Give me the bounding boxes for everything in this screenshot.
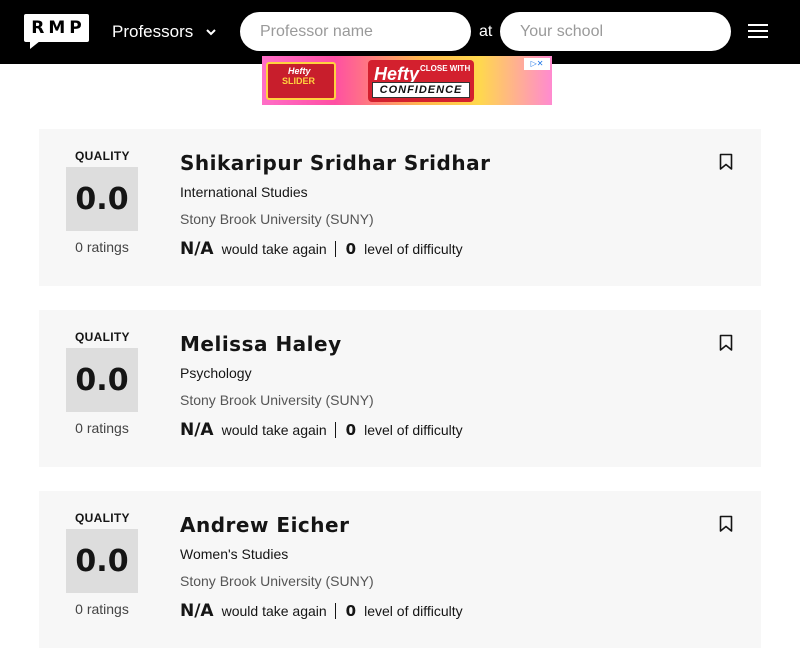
ad-product-box: Hefty SLIDER <box>266 62 336 100</box>
difficulty-label: level of difficulty <box>364 603 463 619</box>
take-again-label: would take again <box>221 241 327 257</box>
rmp-logo[interactable]: RMP <box>24 14 89 49</box>
search-type-dropdown[interactable]: Professors <box>112 20 217 44</box>
chevron-down-icon <box>206 29 216 36</box>
stats-divider <box>334 422 336 438</box>
professor-school: Stony Brook University (SUNY) <box>180 392 374 408</box>
take-again-value: N/A <box>180 239 214 259</box>
difficulty-label: level of difficulty <box>364 241 463 257</box>
school-search-input[interactable] <box>500 12 731 51</box>
ratings-count: 0 ratings <box>75 420 129 436</box>
professor-name[interactable]: Andrew Eicher <box>180 513 349 537</box>
take-again-value: N/A <box>180 420 214 440</box>
quality-score: 0.0 <box>66 529 138 593</box>
stats-divider <box>334 603 336 619</box>
take-again-value: N/A <box>180 601 214 621</box>
professor-school: Stony Brook University (SUNY) <box>180 573 374 589</box>
ad-product-sub: SLIDER <box>282 76 316 86</box>
search-type-label: Professors <box>112 22 194 41</box>
professor-stats: N/A would take again 0 level of difficul… <box>180 601 463 621</box>
difficulty-value: 0 <box>345 240 357 258</box>
logo-tail <box>30 41 40 49</box>
difficulty-value: 0 <box>345 602 357 620</box>
ad-tagline: CLOSE WITH <box>420 64 471 73</box>
professor-name[interactable]: Shikaripur Sridhar Sridhar <box>180 151 490 175</box>
at-label: at <box>479 23 493 40</box>
professor-card[interactable]: QUALITY 0.0 0 ratings Shikaripur Sridhar… <box>39 129 761 286</box>
professor-name[interactable]: Melissa Haley <box>180 332 342 356</box>
ratings-count: 0 ratings <box>75 239 129 255</box>
quality-score: 0.0 <box>66 167 138 231</box>
quality-score: 0.0 <box>66 348 138 412</box>
professor-card[interactable]: QUALITY 0.0 0 ratings Andrew Eicher Wome… <box>39 491 761 648</box>
quality-label: QUALITY <box>75 511 130 525</box>
professor-stats: N/A would take again 0 level of difficul… <box>180 239 463 259</box>
professor-card[interactable]: QUALITY 0.0 0 ratings Melissa Haley Psyc… <box>39 310 761 467</box>
difficulty-value: 0 <box>345 421 357 439</box>
ad-banner[interactable]: Hefty SLIDER Hefty CLOSE WITH CONFIDENCE… <box>262 56 552 105</box>
ad-slogan: CONFIDENCE <box>372 82 470 98</box>
professor-stats: N/A would take again 0 level of difficul… <box>180 420 463 440</box>
professor-search-input[interactable] <box>240 12 471 51</box>
professor-school: Stony Brook University (SUNY) <box>180 211 374 227</box>
menu-icon[interactable] <box>748 24 768 40</box>
bookmark-icon[interactable] <box>719 515 733 533</box>
top-nav: RMP Professors at <box>0 0 800 64</box>
ratings-count: 0 ratings <box>75 601 129 617</box>
quality-label: QUALITY <box>75 149 130 163</box>
bookmark-icon[interactable] <box>719 334 733 352</box>
stats-divider <box>334 241 336 257</box>
quality-label: QUALITY <box>75 330 130 344</box>
logo-text: RMP <box>31 18 86 38</box>
logo-box: RMP <box>24 14 89 42</box>
ad-choices-icon[interactable]: ▷✕ <box>524 58 550 70</box>
difficulty-label: level of difficulty <box>364 422 463 438</box>
professor-department: Women's Studies <box>180 546 289 562</box>
bookmark-icon[interactable] <box>719 153 733 171</box>
professor-department: Psychology <box>180 365 252 381</box>
take-again-label: would take again <box>221 603 327 619</box>
take-again-label: would take again <box>221 422 327 438</box>
professor-department: International Studies <box>180 184 308 200</box>
ad-product-brand: Hefty <box>288 66 311 76</box>
